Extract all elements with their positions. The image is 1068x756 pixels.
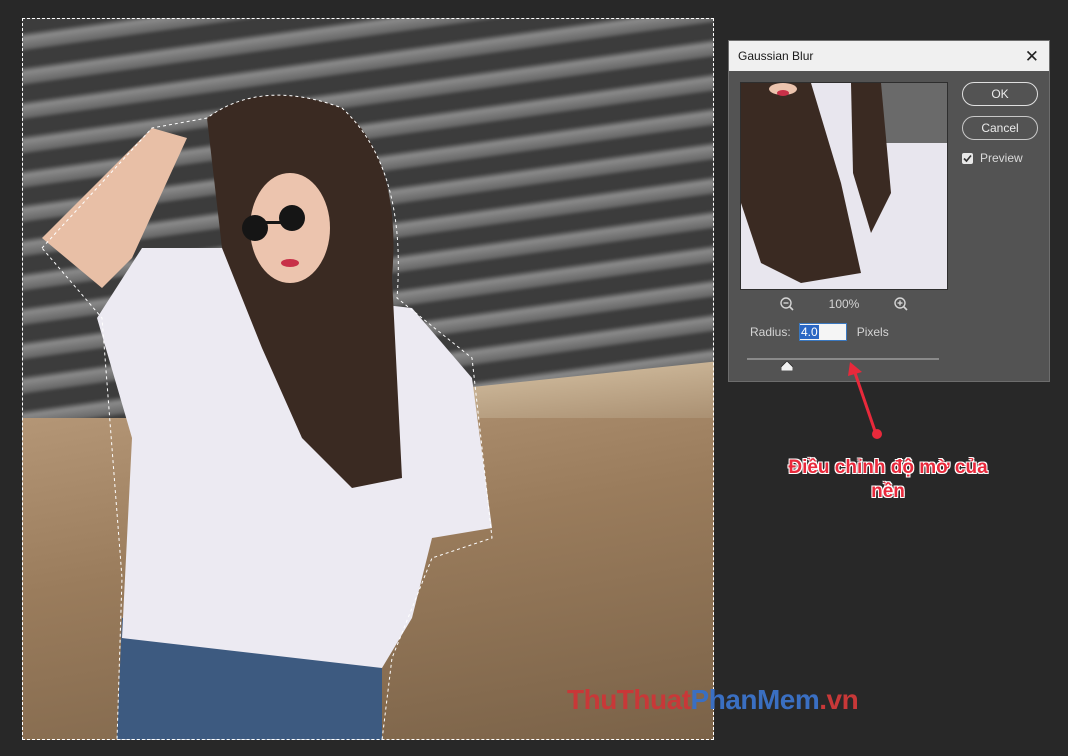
annotation-line-1: Điều chỉnh độ mờ của bbox=[788, 457, 988, 478]
zoom-level: 100% bbox=[828, 297, 860, 311]
annotation-arrow-icon bbox=[848, 362, 882, 439]
radius-unit: Pixels bbox=[856, 325, 889, 339]
zoom-in-icon[interactable] bbox=[893, 296, 909, 312]
blur-preview[interactable] bbox=[740, 82, 948, 290]
checkmark-icon[interactable] bbox=[962, 152, 973, 164]
watermark-part-2: PhanMem bbox=[690, 684, 820, 715]
zoom-controls: 100% bbox=[779, 296, 909, 312]
preview-checkbox[interactable]: Preview bbox=[962, 151, 1023, 165]
watermark-part-1: ThuThuat bbox=[567, 684, 691, 715]
radius-label: Radius: bbox=[750, 325, 791, 339]
selection-marquee bbox=[22, 18, 714, 740]
cancel-button[interactable]: Cancel bbox=[962, 116, 1038, 140]
close-icon[interactable]: ✕ bbox=[1025, 48, 1039, 65]
preview-image bbox=[741, 83, 947, 289]
zoom-out-icon[interactable] bbox=[779, 296, 795, 312]
dialog-titlebar[interactable]: Gaussian Blur ✕ bbox=[729, 41, 1049, 71]
watermark-part-3: .vn bbox=[819, 684, 859, 715]
photo-canvas[interactable] bbox=[22, 18, 714, 740]
radius-slider-thumb[interactable] bbox=[781, 361, 793, 371]
radius-input[interactable] bbox=[798, 323, 847, 341]
gaussian-blur-dialog: Gaussian Blur ✕ 100% Radius: Pixels bbox=[728, 40, 1050, 382]
annotation-note: Điều chỉnh độ mờ của nền bbox=[770, 456, 1006, 504]
dialog-title: Gaussian Blur bbox=[738, 49, 814, 63]
watermark: ThuThuatPhanMem.vn bbox=[567, 684, 859, 716]
ok-button[interactable]: OK bbox=[962, 82, 1038, 106]
radius-row: Radius: Pixels bbox=[750, 323, 889, 341]
annotation-line-2: nền bbox=[871, 481, 905, 502]
preview-label: Preview bbox=[980, 151, 1023, 165]
